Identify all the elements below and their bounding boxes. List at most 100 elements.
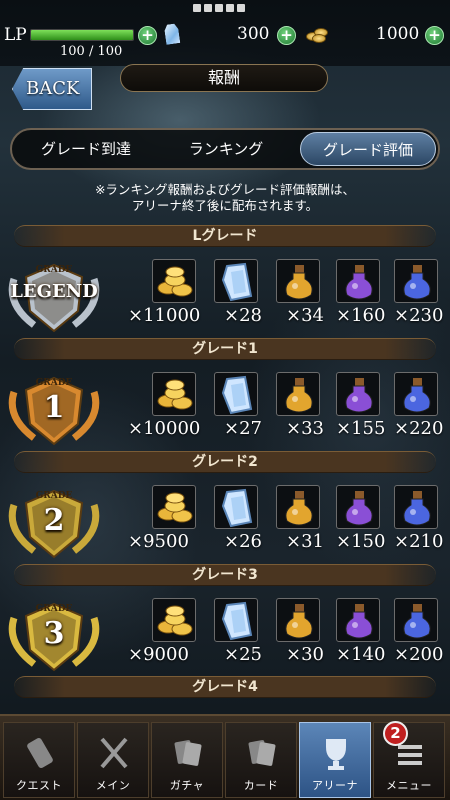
reward-quantity: ×31 [286, 531, 324, 552]
cards-icon [246, 735, 278, 771]
reward-quantity: ×230 [394, 305, 444, 326]
grade-header: グレード2 [14, 451, 436, 473]
nav-label: メニュー [386, 779, 432, 792]
reward-quantity: ×26 [224, 531, 262, 552]
nav-arena[interactable]: アリーナ [299, 722, 371, 798]
grade-badge-icon: GRADE LEGEND [4, 259, 104, 337]
reward-item-potion-purple-icon [336, 598, 380, 642]
reward-quantity: ×155 [336, 418, 386, 439]
grade-reward-row: GRADE 3 ×9000 ×25 ×30 ×140 ×200 [0, 598, 450, 678]
reward-quantity: ×28 [224, 305, 262, 326]
grade-badge-icon: GRADE 1 [4, 372, 104, 450]
reward-item-potion-gold-icon [276, 259, 320, 303]
reward-quantity: ×34 [286, 305, 324, 326]
nav-label: メイン [95, 779, 131, 792]
reward-quantity: ×30 [286, 644, 324, 665]
nav-label: ガチャ [169, 779, 205, 792]
reward-note: ※ランキング報酬およびグレード評価報酬は、 アリーナ終了後に配布されます。 [0, 182, 450, 214]
nav-main[interactable]: メイン [77, 722, 149, 798]
badge-grade-value: 3 [43, 616, 65, 651]
badge-grade-label: GRADE [35, 604, 73, 614]
page-dots [193, 4, 245, 12]
coins-icon [306, 26, 330, 43]
grade-reward-row: GRADE 2 ×9500 ×26 ×31 ×150 ×210 [0, 485, 450, 565]
reward-quantity: ×200 [394, 644, 444, 665]
grade-reward-row: GRADE LEGEND ×11000 ×28 ×34 ×160 ×230 [0, 259, 450, 339]
reward-item-potion-gold-icon [276, 485, 320, 529]
nav-card[interactable]: カード [225, 722, 297, 798]
badge-grade-label: GRADE [35, 265, 73, 275]
reward-quantity: ×27 [224, 418, 262, 439]
tab-bar: グレード到達 ランキング グレード評価 [10, 128, 440, 170]
badge-grade-value: 2 [43, 503, 65, 538]
reward-quantity: ×9500 [128, 531, 189, 552]
reward-quantity: ×9000 [128, 644, 189, 665]
badge-grade-value: LEGEND [10, 281, 98, 302]
reward-quantity: ×150 [336, 531, 386, 552]
page-title: 報酬 [120, 64, 328, 92]
reward-item-potion-purple-icon [336, 259, 380, 303]
grade-header: グレード3 [14, 564, 436, 586]
reward-quantity: ×160 [336, 305, 386, 326]
reward-quantity: ×10000 [128, 418, 201, 439]
grade-badge-icon: GRADE 2 [4, 485, 104, 563]
reward-item-coins-icon [152, 372, 196, 416]
grade-badge-icon: GRADE 3 [4, 598, 104, 676]
reward-quantity: ×25 [224, 644, 262, 665]
reward-quantity: ×11000 [128, 305, 201, 326]
lp-bar [30, 29, 134, 41]
crossed-swords-icon [98, 735, 130, 771]
grade-reward-row: GRADE 1 ×10000 ×27 ×33 ×155 ×220 [0, 372, 450, 452]
gacha-card-icon [172, 735, 204, 771]
gem-plus-button[interactable]: + [277, 26, 296, 45]
reward-item-potion-gold-icon [276, 372, 320, 416]
note-line-2: アリーナ終了後に配布されます。 [131, 198, 319, 213]
nav-label: アリーナ [312, 779, 358, 792]
nav-gacha[interactable]: ガチャ [151, 722, 223, 798]
trophy-icon [320, 735, 352, 771]
reward-quantity: ×210 [394, 531, 444, 552]
note-line-1: ※ランキング報酬およびグレード評価報酬は、 [94, 182, 356, 197]
lp-bar-fill [31, 30, 133, 40]
menu-notification-badge: 2 [383, 721, 408, 746]
badge-grade-value: 1 [43, 390, 65, 425]
lp-value: 100 / 100 [60, 44, 123, 59]
tab-ranking[interactable]: ランキング [160, 132, 292, 166]
grade-header: Lグレード [14, 225, 436, 247]
gem-count: 300 [237, 24, 270, 44]
bottom-nav: クエスト メイン ガチャ カード アリーナ メニュー [0, 714, 450, 800]
status-bar: LP + 100 / 100 300 + 1000 + [0, 0, 450, 66]
reward-item-coins-icon [152, 485, 196, 529]
tab-grade-reach[interactable]: グレード到達 [20, 132, 152, 166]
scroll-icon [24, 735, 56, 771]
back-label: BACK [26, 78, 80, 99]
reward-item-crystal-icon [214, 372, 258, 416]
reward-item-potion-blue-icon [394, 372, 438, 416]
grade-header: グレード4 [14, 676, 436, 698]
nav-quest[interactable]: クエスト [3, 722, 75, 798]
reward-item-crystal-icon [214, 485, 258, 529]
reward-item-potion-blue-icon [394, 259, 438, 303]
reward-item-potion-purple-icon [336, 372, 380, 416]
reward-quantity: ×220 [394, 418, 444, 439]
reward-item-crystal-icon [214, 259, 258, 303]
reward-item-potion-purple-icon [336, 485, 380, 529]
reward-quantity: ×33 [286, 418, 324, 439]
lp-label: LP [4, 25, 27, 45]
coin-count: 1000 [376, 24, 420, 44]
reward-quantity: ×140 [336, 644, 386, 665]
grade-header: グレード1 [14, 338, 436, 360]
tab-grade-evaluation[interactable]: グレード評価 [300, 132, 436, 166]
reward-item-potion-blue-icon [394, 598, 438, 642]
reward-item-potion-gold-icon [276, 598, 320, 642]
gem-icon [164, 23, 181, 45]
back-button[interactable]: BACK [12, 68, 92, 110]
nav-label: クエスト [16, 779, 62, 792]
lp-plus-button[interactable]: + [138, 26, 157, 45]
reward-item-crystal-icon [214, 598, 258, 642]
badge-grade-label: GRADE [35, 378, 73, 388]
coin-plus-button[interactable]: + [425, 26, 444, 45]
nav-label: カード [243, 779, 279, 792]
reward-item-potion-blue-icon [394, 485, 438, 529]
reward-item-coins-icon [152, 259, 196, 303]
